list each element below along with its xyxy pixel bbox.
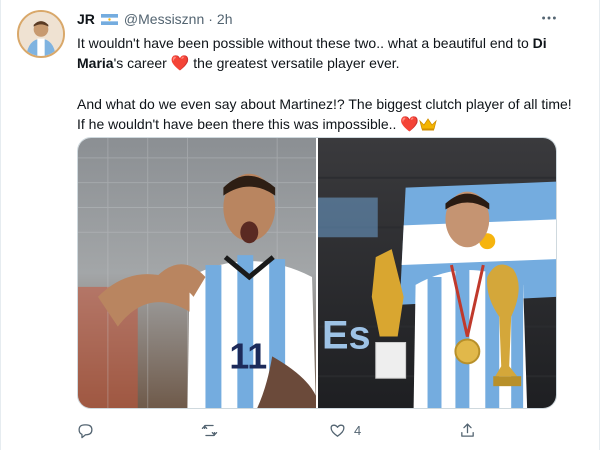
tweet-paragraph-1: It wouldn't have been possible without t… — [77, 33, 577, 74]
text-segment: 's career — [113, 55, 171, 71]
text-segment: It wouldn't have been possible without t… — [77, 35, 533, 51]
argentina-flag-icon — [100, 13, 118, 25]
more-icon[interactable] — [539, 8, 559, 28]
jersey-number: 11 — [229, 336, 267, 376]
heart-icon — [329, 422, 346, 439]
like-button[interactable]: 4 — [329, 422, 361, 439]
avatar[interactable] — [17, 10, 65, 58]
reply-button[interactable] — [77, 422, 102, 439]
crown-emoji — [419, 117, 437, 131]
share-button[interactable] — [459, 422, 484, 439]
tweet-header: JR @Messisznn · 2h — [77, 10, 233, 28]
like-count: 4 — [354, 422, 362, 438]
separator-dot: · — [208, 11, 213, 27]
heart-emoji: ❤️ — [400, 116, 419, 133]
media-grid: 11 Es — [77, 137, 557, 409]
timestamp[interactable]: 2h — [217, 10, 233, 28]
banner-text: Es — [322, 313, 371, 357]
tweet-card[interactable]: JR @Messisznn · 2h It wouldn't have been… — [0, 0, 600, 450]
photo-martinez[interactable]: Es — [318, 138, 556, 408]
tweet-text: It wouldn't have been possible without t… — [77, 33, 577, 135]
share-icon — [459, 422, 476, 439]
text-segment: the greatest versatile player ever. — [189, 55, 400, 71]
text-segment: And what do we even say about Martinez!?… — [77, 96, 572, 132]
author-handle[interactable]: @Messisznn — [124, 10, 204, 28]
author-name[interactable]: JR — [77, 10, 95, 28]
heart-emoji: ❤️ — [170, 55, 190, 72]
photo-di-maria[interactable]: 11 — [78, 138, 316, 408]
reply-icon — [77, 422, 94, 439]
retweet-icon — [201, 422, 218, 439]
tweet-actions: 4 — [77, 420, 547, 440]
retweet-button[interactable] — [201, 422, 226, 439]
tweet-paragraph-2: And what do we even say about Martinez!?… — [77, 94, 577, 135]
